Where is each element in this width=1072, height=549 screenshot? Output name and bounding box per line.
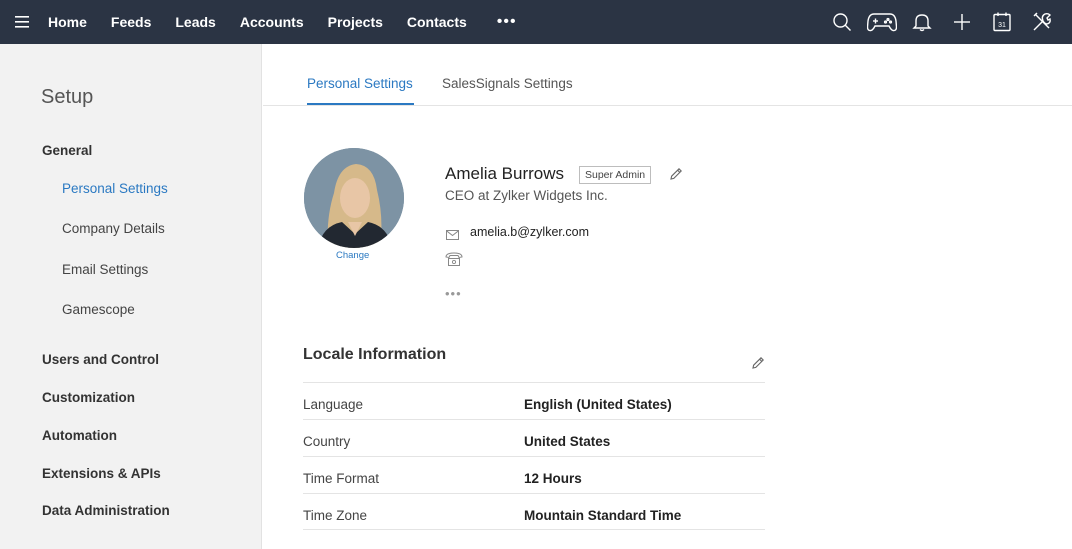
sidebar-section-users-and-control[interactable]: Users and Control bbox=[42, 352, 159, 367]
locale-row-language: Language English (United States) bbox=[303, 382, 765, 419]
setup-title: Setup bbox=[41, 86, 94, 108]
sidebar-section-customization[interactable]: Customization bbox=[42, 390, 135, 405]
locale-value: United States bbox=[524, 434, 611, 449]
locale-label: Language bbox=[303, 397, 364, 412]
sidebar-section-extensions-apis[interactable]: Extensions & APIs bbox=[42, 466, 161, 481]
user-name: Amelia Burrows bbox=[445, 164, 565, 183]
sidebar-section-general[interactable]: General bbox=[42, 143, 92, 158]
top-navigation-bar: Home Feeds Leads Accounts Projects Conta… bbox=[0, 0, 1072, 44]
active-tab-indicator bbox=[307, 103, 414, 105]
sidebar-item-email-settings[interactable]: Email Settings bbox=[62, 262, 148, 277]
user-job-title: CEO at Zylker Widgets Inc. bbox=[445, 188, 608, 203]
locale-value: 12 Hours bbox=[524, 471, 582, 486]
settings-tabs: Personal Settings SalesSignals Settings bbox=[263, 44, 1072, 106]
user-email: amelia.b@zylker.com bbox=[470, 225, 589, 239]
mail-icon bbox=[446, 227, 459, 245]
locale-row-country: Country United States bbox=[303, 419, 765, 456]
nav-projects[interactable]: Projects bbox=[328, 14, 383, 30]
calendar-icon[interactable]: 31 bbox=[982, 0, 1022, 44]
locale-section-title: Locale Information bbox=[303, 346, 447, 363]
tab-salessignals-settings[interactable]: SalesSignals Settings bbox=[442, 76, 573, 91]
more-details-icon[interactable]: ••• bbox=[445, 286, 462, 301]
locale-value: Mountain Standard Time bbox=[524, 508, 682, 523]
tools-icon[interactable] bbox=[1022, 0, 1062, 44]
sidebar-item-gamescope[interactable]: Gamescope bbox=[62, 302, 135, 317]
sidebar-section-data-administration[interactable]: Data Administration bbox=[42, 503, 170, 518]
pencil-icon[interactable] bbox=[751, 356, 765, 375]
pencil-icon[interactable] bbox=[669, 167, 683, 186]
nav-accounts[interactable]: Accounts bbox=[240, 14, 304, 30]
locale-table: Language English (United States) Country… bbox=[303, 382, 765, 530]
nav-feeds[interactable]: Feeds bbox=[111, 14, 151, 30]
search-icon[interactable] bbox=[822, 0, 862, 44]
nav-more-icon[interactable]: ••• bbox=[497, 13, 517, 31]
sidebar-item-personal-settings[interactable]: Personal Settings bbox=[62, 181, 168, 196]
locale-row-time-format: Time Format 12 Hours bbox=[303, 456, 765, 493]
nav-contacts[interactable]: Contacts bbox=[407, 14, 467, 30]
change-photo-link[interactable]: Change bbox=[336, 250, 369, 261]
avatar[interactable] bbox=[304, 148, 404, 248]
locale-row-time-zone: Time Zone Mountain Standard Time bbox=[303, 493, 765, 530]
sidebar-section-automation[interactable]: Automation bbox=[42, 428, 117, 443]
tab-personal-settings[interactable]: Personal Settings bbox=[307, 76, 413, 91]
locale-value: English (United States) bbox=[524, 397, 672, 412]
locale-label: Time Zone bbox=[303, 508, 368, 523]
top-icons: 31 bbox=[822, 0, 1062, 44]
setup-sidebar: Setup General Personal Settings Company … bbox=[0, 44, 262, 549]
nav-leads[interactable]: Leads bbox=[175, 14, 215, 30]
main-nav: Home Feeds Leads Accounts Projects Conta… bbox=[44, 0, 517, 44]
hamburger-menu-icon[interactable] bbox=[0, 0, 44, 44]
sidebar-item-company-details[interactable]: Company Details bbox=[62, 221, 165, 236]
plus-icon[interactable] bbox=[942, 0, 982, 44]
locale-label: Time Format bbox=[303, 471, 380, 486]
bell-icon[interactable] bbox=[902, 0, 942, 44]
phone-icon bbox=[445, 252, 463, 271]
role-badge: Super Admin bbox=[579, 166, 652, 184]
calendar-day-text: 31 bbox=[998, 22, 1006, 29]
gamepad-icon[interactable] bbox=[862, 0, 902, 44]
main-content: Personal Settings SalesSignals Settings … bbox=[263, 44, 1072, 549]
locale-label: Country bbox=[303, 434, 351, 449]
nav-home[interactable]: Home bbox=[48, 14, 87, 30]
